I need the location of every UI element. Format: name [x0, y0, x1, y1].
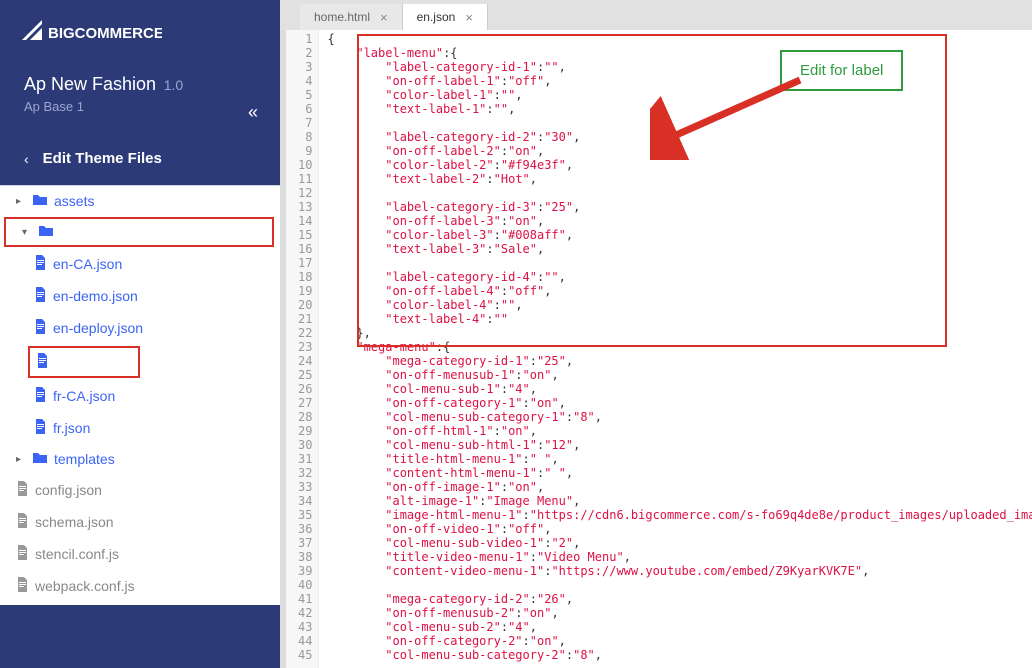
- file-label: webpack.conf.js: [35, 578, 135, 594]
- tree-file[interactable]: schema.json: [0, 506, 280, 538]
- tree-file[interactable]: webpack.conf.js: [0, 570, 280, 602]
- chevron-right-icon: ▸: [16, 196, 26, 207]
- close-icon[interactable]: ×: [465, 10, 473, 25]
- chevron-down-icon: ▾: [22, 227, 32, 238]
- file-icon: [34, 419, 47, 437]
- file-label: fr.json: [53, 420, 90, 436]
- file-icon: [34, 255, 47, 273]
- file-label: en-demo.json: [53, 288, 138, 304]
- tree-file[interactable]: config.json: [0, 474, 280, 506]
- folder-label: assets: [54, 193, 94, 209]
- tree-file[interactable]: stencil.conf.js: [0, 538, 280, 570]
- tab-label: home.html: [314, 10, 370, 24]
- folder-label: templates: [54, 451, 115, 467]
- code-editor[interactable]: 1234567891011121314151617181920212223242…: [286, 30, 1032, 668]
- folder-icon: [38, 224, 54, 240]
- file-label: en-CA.json: [53, 256, 122, 272]
- highlighted-lang-folder: ▾ lang: [4, 217, 274, 247]
- file-icon: [34, 387, 47, 405]
- svg-text:BIGCOMMERCE: BIGCOMMERCE: [48, 25, 162, 42]
- folder-label: lang: [60, 225, 85, 240]
- tree-file[interactable]: fr.json: [0, 412, 280, 444]
- editor-tabs: home.html × en.json ×: [280, 0, 1032, 30]
- folder-icon: [32, 451, 48, 467]
- file-label: stencil.conf.js: [35, 546, 119, 562]
- file-icon: [16, 481, 29, 499]
- file-label: schema.json: [35, 514, 114, 530]
- file-icon: [16, 545, 29, 563]
- file-icon: [16, 513, 29, 531]
- tab-label: en.json: [417, 10, 456, 24]
- tree-folder-templates[interactable]: ▸ templates: [0, 444, 280, 474]
- file-label: config.json: [35, 482, 102, 498]
- tree-folder-assets[interactable]: ▸ assets: [0, 186, 280, 216]
- chevron-right-icon: ▸: [16, 454, 26, 465]
- line-numbers: 1234567891011121314151617181920212223242…: [286, 30, 319, 668]
- tree-file-en-json[interactable]: en.json: [30, 348, 138, 376]
- file-icon: [36, 353, 49, 371]
- theme-base: Ap Base 1: [24, 99, 256, 114]
- tree-file[interactable]: fr-CA.json: [0, 380, 280, 412]
- tab-home-html[interactable]: home.html ×: [300, 4, 403, 30]
- file-label: en-deploy.json: [53, 320, 143, 336]
- file-icon: [34, 287, 47, 305]
- edit-theme-label: Edit Theme Files: [43, 150, 162, 167]
- tree-folder-lang[interactable]: ▾ lang: [6, 219, 272, 245]
- tree-file[interactable]: en-demo.json: [0, 280, 280, 312]
- sidebar: BIGCOMMERCE Ap New Fashion 1.0 Ap Base 1…: [0, 0, 280, 668]
- theme-name: Ap New Fashion: [24, 74, 156, 94]
- back-arrow-icon[interactable]: ‹: [24, 151, 29, 167]
- brand-logo: BIGCOMMERCE: [0, 0, 280, 56]
- folder-icon: [32, 193, 48, 209]
- theme-version: 1.0: [164, 77, 183, 93]
- theme-header: Ap New Fashion 1.0 Ap Base 1: [0, 56, 280, 122]
- file-label: en.json: [55, 355, 97, 370]
- file-tree: ▸ assets ▾ lang en-CA.json en-demo.json: [0, 185, 280, 605]
- annotation-text: Edit for label: [800, 62, 883, 79]
- tab-en-json[interactable]: en.json ×: [403, 4, 488, 30]
- annotation-label-box: Edit for label: [780, 50, 903, 91]
- file-icon: [34, 319, 47, 337]
- file-label: fr-CA.json: [53, 388, 115, 404]
- collapse-sidebar-button[interactable]: «: [248, 102, 258, 123]
- close-icon[interactable]: ×: [380, 10, 388, 25]
- tree-file[interactable]: en-CA.json: [0, 248, 280, 280]
- code-content[interactable]: { "label-menu":{ "label-category-id-1":"…: [319, 30, 1032, 668]
- editor-area: home.html × en.json × 123456789101112131…: [280, 0, 1032, 668]
- tree-file[interactable]: en-deploy.json: [0, 312, 280, 344]
- file-icon: [16, 577, 29, 595]
- edit-section: ‹ Edit Theme Files: [0, 122, 280, 185]
- highlighted-en-json: en.json: [28, 346, 140, 378]
